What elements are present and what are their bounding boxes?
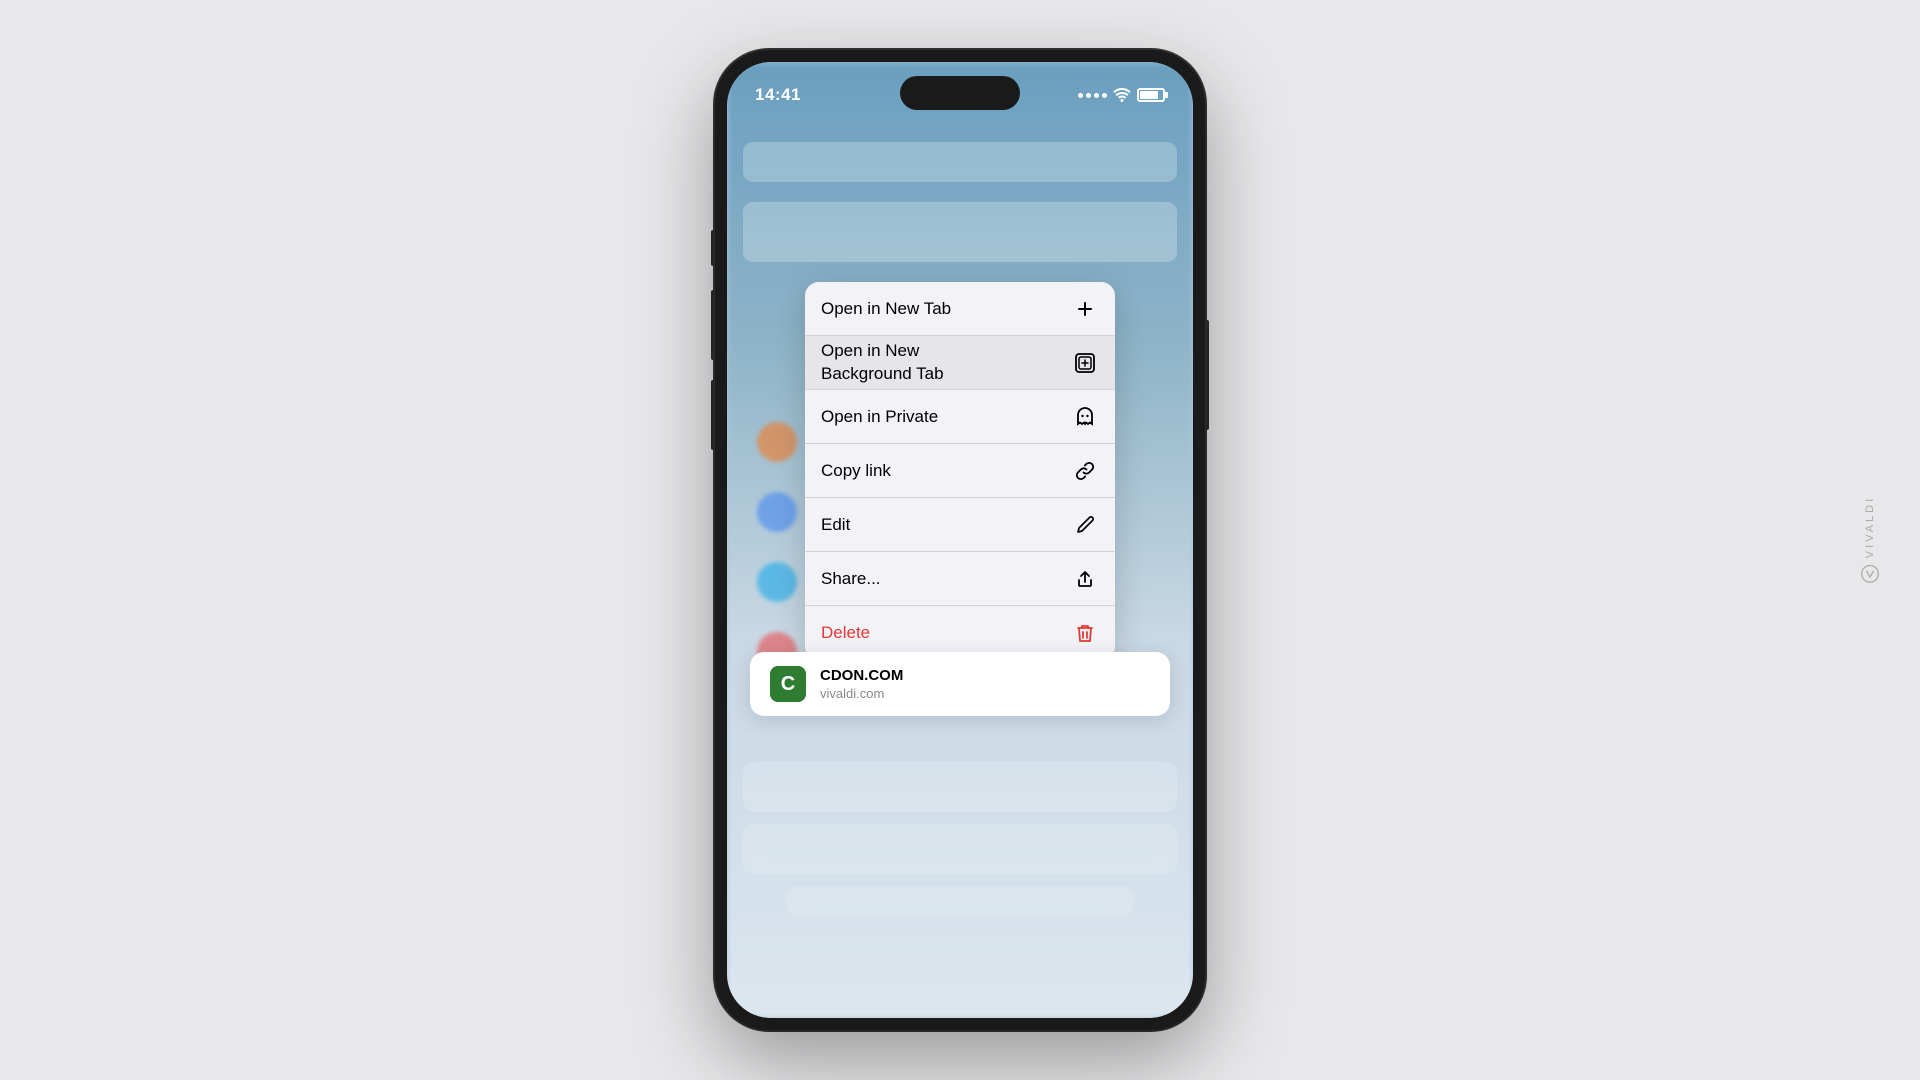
plus-icon xyxy=(1071,295,1099,323)
signal-dot-1 xyxy=(1078,93,1083,98)
vivaldi-watermark: VIVALDI xyxy=(1860,496,1880,584)
phone-screen: 14:41 xyxy=(727,62,1193,1018)
url-title: CDON.COM xyxy=(820,667,903,684)
status-time: 14:41 xyxy=(755,85,801,105)
bg-circle-blue xyxy=(757,492,797,532)
phone-wrapper: 14:41 xyxy=(715,50,1205,1030)
signal-dot-2 xyxy=(1086,93,1091,98)
menu-label-open-private: Open in Private xyxy=(821,407,938,427)
url-favicon-letter: C xyxy=(781,673,795,696)
ghost-icon xyxy=(1071,403,1099,431)
url-info: CDON.COM vivaldi.com xyxy=(820,667,903,701)
phone-frame: 14:41 xyxy=(715,50,1205,1030)
menu-label-edit: Edit xyxy=(821,515,850,535)
power-button xyxy=(1205,320,1209,430)
dynamic-island xyxy=(900,76,1020,110)
bg-item-4 xyxy=(743,824,1177,874)
menu-label-open-new-tab: Open in New Tab xyxy=(821,299,951,319)
menu-label-delete: Delete xyxy=(821,623,870,643)
menu-item-open-bg-tab[interactable]: Open in NewBackground Tab xyxy=(805,336,1115,390)
status-icons xyxy=(1078,88,1165,102)
menu-item-open-new-tab[interactable]: Open in New Tab xyxy=(805,282,1115,336)
menu-item-edit[interactable]: Edit xyxy=(805,498,1115,552)
url-favicon: C xyxy=(770,666,806,702)
url-subtitle: vivaldi.com xyxy=(820,686,903,701)
signal-dot-3 xyxy=(1094,93,1099,98)
menu-item-copy-link[interactable]: Copy link xyxy=(805,444,1115,498)
signal-dot-4 xyxy=(1102,93,1107,98)
share-icon xyxy=(1071,565,1099,593)
wifi-icon xyxy=(1113,88,1131,102)
menu-item-open-private[interactable]: Open in Private xyxy=(805,390,1115,444)
vivaldi-logo-icon xyxy=(1860,564,1880,584)
plus-square-icon xyxy=(1071,349,1099,377)
battery-fill xyxy=(1140,91,1158,99)
bg-item-3 xyxy=(743,762,1177,812)
link-icon xyxy=(1071,457,1099,485)
menu-item-share[interactable]: Share... xyxy=(805,552,1115,606)
battery-icon xyxy=(1137,88,1165,102)
signal-icon xyxy=(1078,93,1107,98)
menu-label-open-bg-tab: Open in NewBackground Tab xyxy=(821,340,944,384)
menu-label-copy-link: Copy link xyxy=(821,461,891,481)
bg-item-1 xyxy=(743,142,1177,182)
bg-item-5 xyxy=(787,886,1133,916)
bg-circle-orange xyxy=(757,422,797,462)
bg-item-2 xyxy=(743,202,1177,262)
vivaldi-label: VIVALDI xyxy=(1864,496,1876,558)
context-menu: Open in New Tab Open in NewBackground Ta… xyxy=(805,282,1115,660)
url-card: C CDON.COM vivaldi.com xyxy=(750,652,1170,716)
menu-label-share: Share... xyxy=(821,569,881,589)
pencil-icon xyxy=(1071,511,1099,539)
trash-icon xyxy=(1071,619,1099,647)
bg-circle-teal xyxy=(757,562,797,602)
